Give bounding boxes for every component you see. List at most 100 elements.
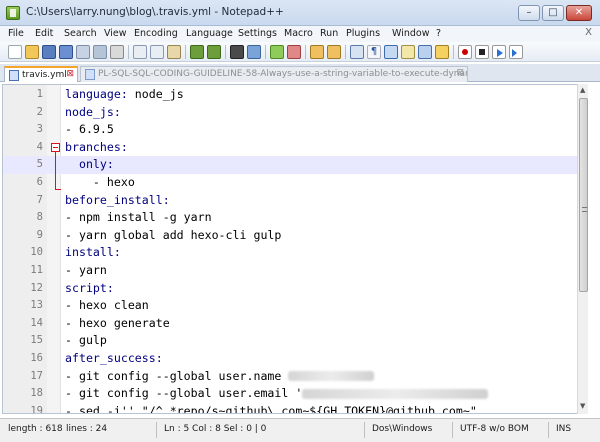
folder-workspace-icon[interactable] bbox=[435, 45, 449, 59]
word-wrap-icon[interactable] bbox=[350, 45, 364, 59]
code-line: 8- npm install -g yarn bbox=[36, 210, 212, 225]
doc-map-icon[interactable] bbox=[401, 45, 415, 59]
code-line: 9- yarn global add hexo-cli gulp bbox=[36, 227, 282, 242]
title-bar: C:\Users\larry.nung\blog\.travis.yml - N… bbox=[0, 0, 600, 26]
menu-help[interactable]: ? bbox=[436, 28, 441, 39]
code-line: 2 node_js: bbox=[36, 104, 121, 119]
undo-icon[interactable] bbox=[190, 45, 204, 59]
paste-icon[interactable] bbox=[167, 45, 181, 59]
close-icon[interactable] bbox=[76, 45, 90, 59]
toolbar-separator bbox=[128, 45, 129, 59]
code-line: 13- hexo clean bbox=[30, 298, 149, 313]
scrollbar-thumb[interactable] bbox=[579, 98, 588, 292]
code-line: 6 - hexo bbox=[36, 175, 135, 189]
menu-encoding[interactable]: Encoding bbox=[134, 28, 178, 39]
menu-run[interactable]: Run bbox=[320, 28, 338, 39]
toolbar-separator bbox=[453, 45, 454, 59]
new-file-icon[interactable] bbox=[8, 45, 22, 59]
document-tab-bar: travis.yml ⊠ PL-SQL-SQL-CODING-GUIDELINE… bbox=[0, 64, 600, 82]
close-document-icon[interactable]: X bbox=[585, 27, 592, 38]
menu-file[interactable]: File bbox=[8, 28, 24, 39]
menu-language[interactable]: Language bbox=[186, 28, 233, 39]
code-line: 17- git config --global user.name bbox=[3, 368, 587, 386]
scroll-down-icon[interactable]: ▼ bbox=[580, 402, 587, 410]
menu-window[interactable]: Window bbox=[392, 28, 429, 39]
code-line: 18- git config --global user.email ' bbox=[3, 385, 587, 403]
sync-horizontal-icon[interactable] bbox=[327, 45, 341, 59]
toolbar-separator bbox=[185, 45, 186, 59]
status-position: Ln : 5 Col : 8 Sel : 0 | 0 bbox=[164, 424, 267, 434]
tab-close-icon[interactable]: ⊠ bbox=[456, 68, 464, 78]
menu-settings[interactable]: Settings bbox=[238, 28, 277, 39]
toolbar-separator bbox=[345, 45, 346, 59]
tab-label: PL-SQL-SQL-CODING-GUIDELINE-58-Always-us… bbox=[98, 69, 467, 79]
find-icon[interactable] bbox=[230, 45, 244, 59]
cut-icon[interactable] bbox=[133, 45, 147, 59]
status-insert-mode: INS bbox=[556, 424, 572, 434]
menu-macro[interactable]: Macro bbox=[284, 28, 313, 39]
redacted-user-email bbox=[302, 388, 489, 399]
record-macro-icon[interactable] bbox=[458, 45, 472, 59]
vertical-scrollbar[interactable]: ▲ ▼ bbox=[577, 84, 588, 414]
show-all-chars-icon[interactable]: ¶ bbox=[367, 45, 381, 59]
notepad-plus-plus-icon bbox=[6, 6, 20, 20]
stop-record-icon[interactable] bbox=[475, 45, 489, 59]
replace-icon[interactable] bbox=[247, 45, 261, 59]
toolbar-separator bbox=[305, 45, 306, 59]
save-all-icon[interactable] bbox=[59, 45, 73, 59]
maximize-button[interactable]: □ bbox=[542, 5, 564, 21]
status-length: length : 618 bbox=[8, 424, 63, 434]
scroll-up-icon[interactable]: ▲ bbox=[580, 86, 587, 94]
saved-file-icon bbox=[85, 69, 95, 80]
saved-file-icon bbox=[9, 70, 19, 81]
code-editor[interactable]: 1 language: node_js 2 node_js: 3- 6.9.5 4b… bbox=[2, 84, 588, 414]
tab-plsql-guideline-md[interactable]: PL-SQL-SQL-CODING-GUIDELINE-58-Always-us… bbox=[80, 66, 468, 82]
print-icon[interactable] bbox=[110, 45, 124, 59]
indent-guide-icon[interactable] bbox=[384, 45, 398, 59]
minimize-button[interactable]: – bbox=[518, 5, 540, 21]
redo-icon[interactable] bbox=[207, 45, 221, 59]
save-icon[interactable] bbox=[42, 45, 56, 59]
menu-bar: File Edit Search View Encoding Language … bbox=[0, 26, 600, 42]
current-code-line: 5 only: bbox=[3, 156, 587, 174]
code-line: 4 branches: bbox=[36, 139, 128, 154]
toolbar-separator bbox=[225, 45, 226, 59]
play-macro-icon[interactable] bbox=[492, 45, 506, 59]
fold-collapse-icon[interactable] bbox=[51, 142, 60, 152]
code-line: 15- gulp bbox=[30, 333, 107, 348]
menu-view[interactable]: View bbox=[104, 28, 127, 39]
status-separator bbox=[156, 422, 157, 438]
code-line: 3- 6.9.5 bbox=[36, 122, 114, 137]
status-separator bbox=[548, 422, 549, 438]
status-encoding: UTF-8 w/o BOM bbox=[460, 424, 529, 434]
menu-edit[interactable]: Edit bbox=[35, 28, 53, 39]
code-line: 11- yarn bbox=[30, 263, 107, 277]
window-title: C:\Users\larry.nung\blog\.travis.yml - N… bbox=[26, 6, 284, 18]
function-list-icon[interactable] bbox=[418, 45, 432, 59]
close-all-icon[interactable] bbox=[93, 45, 107, 59]
tab-label: travis.yml bbox=[22, 70, 67, 80]
zoom-out-icon[interactable] bbox=[287, 45, 301, 59]
tab-travis-yml[interactable]: travis.yml ⊠ bbox=[4, 66, 78, 82]
status-separator bbox=[364, 422, 365, 438]
tab-close-icon[interactable]: ⊠ bbox=[66, 69, 74, 79]
run-macro-multiple-icon[interactable] bbox=[509, 45, 523, 59]
copy-icon[interactable] bbox=[150, 45, 164, 59]
open-file-icon[interactable] bbox=[25, 45, 39, 59]
code-line: 19- sed -i'' "/^ *repo/s~github\.com~${G… bbox=[30, 403, 477, 414]
menu-search[interactable]: Search bbox=[64, 28, 97, 39]
status-lines: lines : 24 bbox=[66, 424, 108, 434]
code-line: 14- hexo generate bbox=[30, 315, 170, 330]
code-line: 10 install: bbox=[30, 245, 121, 260]
close-window-button[interactable]: ✕ bbox=[566, 5, 592, 21]
zoom-in-icon[interactable] bbox=[270, 45, 284, 59]
status-eol: Dos\Windows bbox=[372, 424, 433, 434]
toolbar-separator bbox=[265, 45, 266, 59]
redacted-user-name bbox=[288, 371, 375, 382]
sync-vertical-icon[interactable] bbox=[310, 45, 324, 59]
code-line: 16 after_success: bbox=[30, 351, 163, 365]
status-bar: length : 618 lines : 24 Ln : 5 Col : 8 S… bbox=[0, 418, 600, 442]
toolbar: ¶ bbox=[0, 42, 600, 62]
fold-guide-end bbox=[55, 189, 61, 190]
menu-plugins[interactable]: Plugins bbox=[346, 28, 380, 39]
